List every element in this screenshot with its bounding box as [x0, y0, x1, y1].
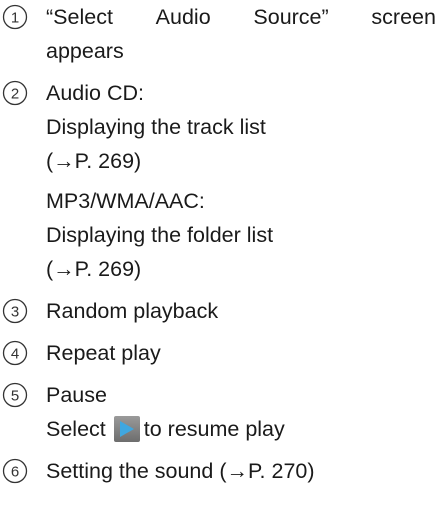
play-icon — [113, 416, 140, 442]
circled-number-6-icon: 6 — [2, 458, 28, 484]
item-2-line-3: (→P. 269) — [46, 149, 142, 173]
list-item-3: 3 Random playback — [0, 294, 443, 328]
svg-text:5: 5 — [11, 388, 19, 405]
item-2-line-4: MP3/WMA/AAC: — [46, 189, 205, 213]
circled-number-5-icon: 5 — [2, 382, 28, 408]
item-5-resume-text: to resume play — [143, 417, 285, 441]
item-5-line-2: Select to resume play — [46, 412, 443, 446]
svg-text:2: 2 — [11, 86, 19, 103]
list-item-2: 2 Audio CD: Displaying the track list (→… — [0, 76, 443, 286]
list-item-6: 6 Setting the sound (→P. 270) — [0, 454, 443, 488]
item-2-line-1: Audio CD: — [46, 81, 144, 105]
item-4-line-1: Repeat play — [46, 341, 161, 365]
item-1-text-a: “Select — [46, 5, 113, 29]
item-2-line-5: Displaying the folder list — [46, 223, 274, 247]
circled-number-2-icon: 2 — [2, 80, 28, 106]
list-item-4: 4 Repeat play — [0, 336, 443, 370]
numbered-list: 1 “Select Audio Source” screen appears 2… — [0, 0, 443, 488]
item-3-line-1: Random playback — [46, 299, 219, 323]
item-2-line-2: Displaying the track list — [46, 115, 266, 139]
svg-text:6: 6 — [11, 464, 19, 481]
circled-number-1-icon: 1 — [2, 4, 28, 30]
svg-text:3: 3 — [11, 304, 19, 321]
item-1-text-b: Audio — [155, 5, 211, 29]
item-1-line-1: “Select Audio Source” screen — [46, 0, 436, 34]
item-5-select-text: Select — [46, 417, 106, 441]
svg-text:1: 1 — [11, 10, 19, 27]
list-item-5: 5 Pause Select to resume play — [0, 378, 443, 446]
item-6-line-1: Setting the sound (→P. 270) — [46, 459, 315, 483]
item-1-text-c: Source” — [253, 5, 329, 29]
svg-text:4: 4 — [11, 346, 19, 363]
item-1-line-2: appears — [46, 39, 124, 63]
list-item-1: 1 “Select Audio Source” screen appears — [0, 0, 443, 68]
item-5-line-1: Pause — [46, 383, 107, 407]
circled-number-3-icon: 3 — [2, 298, 28, 324]
item-1-text-d: screen — [371, 5, 436, 29]
item-2-line-6: (→P. 269) — [46, 257, 142, 281]
circled-number-4-icon: 4 — [2, 340, 28, 366]
